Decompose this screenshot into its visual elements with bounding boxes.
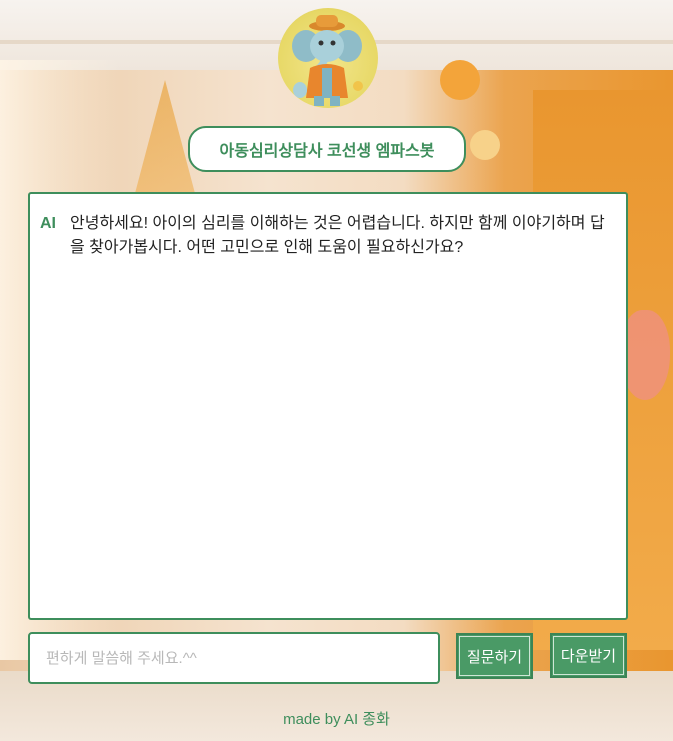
chat-window[interactable]: AI 안녕하세요! 아이의 심리를 이해하는 것은 어렵습니다. 하지만 함께 … [28, 192, 628, 620]
download-button[interactable]: 다운받기 [550, 633, 627, 678]
footer-credit: made by AI 종화 [0, 708, 673, 729]
message-text: 안녕하세요! 아이의 심리를 이해하는 것은 어렵습니다. 하지만 함께 이야기… [70, 215, 605, 256]
app-title-text: 아동심리상담사 코선생 엠파스봇 [219, 143, 435, 160]
footer-credit-text: made by AI 종화 [283, 711, 390, 728]
download-button-label: 다운받기 [560, 648, 617, 665]
ask-button-label: 질문하기 [466, 648, 523, 666]
sender-label: AI [40, 215, 56, 232]
ask-button[interactable]: 질문하기 [456, 633, 533, 679]
app-title: 아동심리상담사 코선생 엠파스봇 [188, 126, 466, 172]
chat-message: AI 안녕하세요! 아이의 심리를 이해하는 것은 어렵습니다. 하지만 함께 … [40, 212, 616, 260]
question-input[interactable] [28, 632, 440, 684]
hanging-ornament [440, 60, 480, 100]
hanging-ornament [470, 130, 500, 160]
elephant-mascot-icon [278, 8, 378, 108]
